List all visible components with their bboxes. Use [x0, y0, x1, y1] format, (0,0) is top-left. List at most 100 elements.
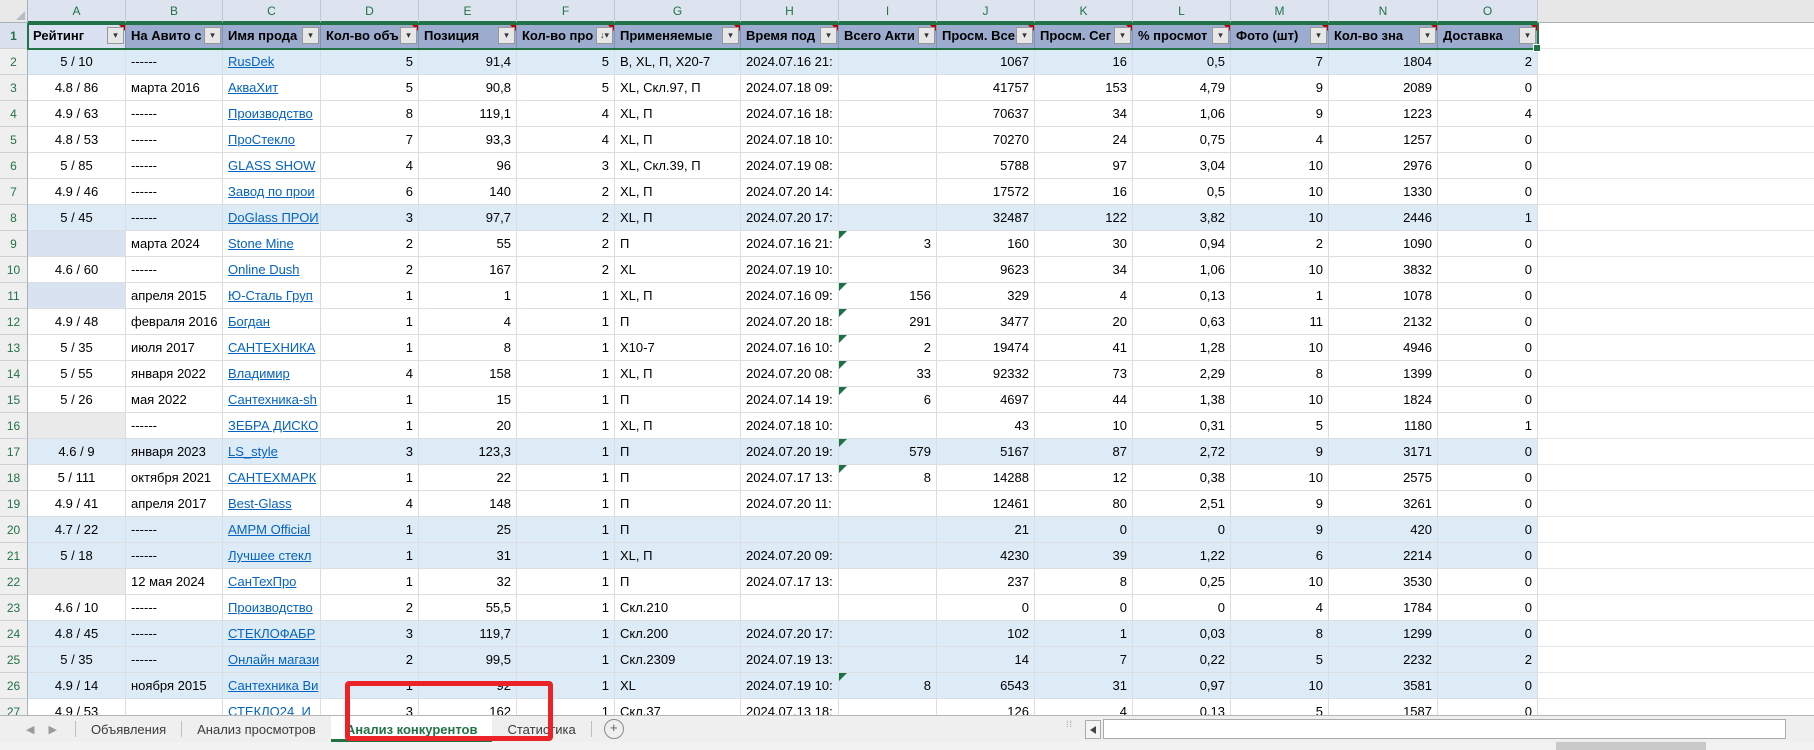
row-number-9[interactable]: 9	[0, 231, 28, 257]
prev-sheet-icon[interactable]: ◀	[26, 723, 34, 736]
filter-dropdown-button[interactable]: ▾	[1212, 27, 1229, 44]
cell-C8[interactable]: DoGlass ПРОИ	[223, 205, 321, 231]
cell-I25[interactable]	[839, 647, 937, 673]
seller-link[interactable]: Владимир	[228, 366, 290, 381]
cell-O5[interactable]: 0	[1438, 127, 1538, 153]
cell-C24[interactable]: СТЕКЛОФАБР	[223, 621, 321, 647]
cell-C15[interactable]: Сантехника-sh	[223, 387, 321, 413]
filter-dropdown-button[interactable]: ▾	[204, 27, 221, 44]
cell-I8[interactable]	[839, 205, 937, 231]
cell-B27[interactable]	[126, 699, 223, 715]
cell-M15[interactable]: 10	[1231, 387, 1329, 413]
cell-K10[interactable]: 34	[1035, 257, 1133, 283]
cell-A9[interactable]	[28, 231, 126, 257]
cell-H17[interactable]: 2024.07.20 19:	[741, 439, 839, 465]
cell-A16[interactable]	[28, 413, 126, 439]
cell-O15[interactable]: 0	[1438, 387, 1538, 413]
cell-E3[interactable]: 90,8	[419, 75, 517, 101]
cell-A10[interactable]: 4.6 / 60	[28, 257, 126, 283]
cell-L21[interactable]: 1,22	[1133, 543, 1231, 569]
cell-G7[interactable]: XL, П	[615, 179, 741, 205]
cell-A3[interactable]: 4.8 / 86	[28, 75, 126, 101]
cell-J17[interactable]: 5167	[937, 439, 1035, 465]
cell-N16[interactable]: 1180	[1329, 413, 1438, 439]
row-number-21[interactable]: 21	[0, 543, 28, 569]
cell-G8[interactable]: XL, П	[615, 205, 741, 231]
column-letter-A[interactable]: A	[28, 0, 126, 23]
cell-C2[interactable]: RusDek	[223, 49, 321, 75]
cell-A23[interactable]: 4.6 / 10	[28, 595, 126, 621]
cell-A2[interactable]: 5 / 10	[28, 49, 126, 75]
hscroll-left-button[interactable]	[1085, 720, 1101, 739]
seller-link[interactable]: САНТЕХМАРК	[228, 470, 316, 485]
cell-H20[interactable]	[741, 517, 839, 543]
header-cell-M[interactable]: Фото (шт)▾	[1231, 23, 1329, 49]
cell-L4[interactable]: 1,06	[1133, 101, 1231, 127]
cell-O12[interactable]: 0	[1438, 309, 1538, 335]
cell-B18[interactable]: октября 2021	[126, 465, 223, 491]
add-sheet-button[interactable]: +	[604, 719, 624, 739]
row-number-8[interactable]: 8	[0, 205, 28, 231]
cell-I13[interactable]: 2	[839, 335, 937, 361]
header-cell-N[interactable]: Кол-во зна▾	[1329, 23, 1438, 49]
cell-K8[interactable]: 122	[1035, 205, 1133, 231]
cell-C26[interactable]: Сантехника Ви	[223, 673, 321, 699]
cell-O2[interactable]: 2	[1438, 49, 1538, 75]
cell-O24[interactable]: 0	[1438, 621, 1538, 647]
cell-O16[interactable]: 1	[1438, 413, 1538, 439]
seller-link[interactable]: СТЕКЛО24_И	[228, 704, 311, 715]
cell-M5[interactable]: 4	[1231, 127, 1329, 153]
select-all-corner[interactable]	[0, 0, 28, 23]
cell-D8[interactable]: 3	[321, 205, 419, 231]
cell-B3[interactable]: марта 2016	[126, 75, 223, 101]
cell-J12[interactable]: 3477	[937, 309, 1035, 335]
cell-E9[interactable]: 55	[419, 231, 517, 257]
cell-H7[interactable]: 2024.07.20 14:	[741, 179, 839, 205]
cell-N4[interactable]: 1223	[1329, 101, 1438, 127]
cell-L13[interactable]: 1,28	[1133, 335, 1231, 361]
cell-K19[interactable]: 80	[1035, 491, 1133, 517]
cell-G3[interactable]: XL, Скл.97, П	[615, 75, 741, 101]
cell-D24[interactable]: 3	[321, 621, 419, 647]
cell-C27[interactable]: СТЕКЛО24_И	[223, 699, 321, 715]
cell-J19[interactable]: 12461	[937, 491, 1035, 517]
header-cell-E[interactable]: Позиция▾	[419, 23, 517, 49]
cell-F21[interactable]: 1	[517, 543, 615, 569]
cell-K5[interactable]: 24	[1035, 127, 1133, 153]
cell-N7[interactable]: 1330	[1329, 179, 1438, 205]
cell-D20[interactable]: 1	[321, 517, 419, 543]
row-number-4[interactable]: 4	[0, 101, 28, 127]
cell-D4[interactable]: 8	[321, 101, 419, 127]
cell-D23[interactable]: 2	[321, 595, 419, 621]
cell-H6[interactable]: 2024.07.19 08:	[741, 153, 839, 179]
header-cell-D[interactable]: Кол-во объ▾	[321, 23, 419, 49]
cell-H15[interactable]: 2024.07.14 19:	[741, 387, 839, 413]
cell-O13[interactable]: 0	[1438, 335, 1538, 361]
cell-E20[interactable]: 25	[419, 517, 517, 543]
cell-D19[interactable]: 4	[321, 491, 419, 517]
cell-M6[interactable]: 10	[1231, 153, 1329, 179]
cell-F27[interactable]: 1	[517, 699, 615, 715]
cell-B8[interactable]: ------	[126, 205, 223, 231]
cell-B25[interactable]: ------	[126, 647, 223, 673]
cell-D5[interactable]: 7	[321, 127, 419, 153]
cell-A13[interactable]: 5 / 35	[28, 335, 126, 361]
filter-sorted-button[interactable]: ↓▾	[596, 27, 613, 44]
cell-L20[interactable]: 0	[1133, 517, 1231, 543]
cell-J6[interactable]: 5788	[937, 153, 1035, 179]
cell-F7[interactable]: 2	[517, 179, 615, 205]
header-cell-C[interactable]: Имя прода▾	[223, 23, 321, 49]
cell-K16[interactable]: 10	[1035, 413, 1133, 439]
cell-C6[interactable]: GLASS SHOW	[223, 153, 321, 179]
cell-F9[interactable]: 2	[517, 231, 615, 257]
cell-A26[interactable]: 4.9 / 14	[28, 673, 126, 699]
seller-link[interactable]: СанТехПро	[228, 574, 296, 589]
cell-J26[interactable]: 6543	[937, 673, 1035, 699]
seller-link[interactable]: ПроСтекло	[228, 132, 295, 147]
cell-A21[interactable]: 5 / 18	[28, 543, 126, 569]
cell-H18[interactable]: 2024.07.17 13:	[741, 465, 839, 491]
column-letter-O[interactable]: O	[1438, 0, 1538, 23]
filter-dropdown-button[interactable]: ▾	[1016, 27, 1033, 44]
sheet-tab-2[interactable]: Анализ просмотров	[182, 716, 331, 742]
cell-E13[interactable]: 8	[419, 335, 517, 361]
